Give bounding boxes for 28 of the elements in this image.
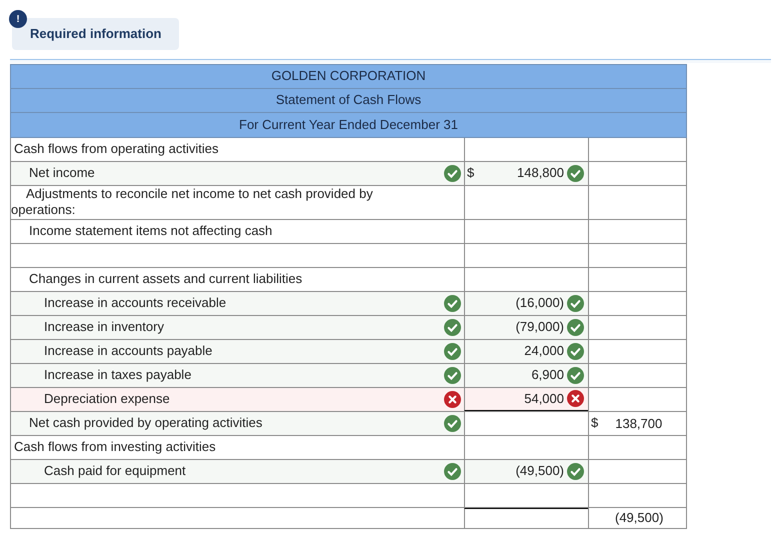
row-label: Increase in taxes payable bbox=[43, 367, 192, 383]
row-label: Net cash provided by operating activities bbox=[28, 415, 264, 431]
amount-value: 148,800 bbox=[517, 164, 564, 182]
row-label: Income statement items not affecting cash bbox=[28, 223, 274, 239]
currency-sign: $ bbox=[591, 414, 598, 432]
row-label: Cash paid for equipment bbox=[43, 463, 187, 479]
row-label: Cash flows from investing activities bbox=[13, 439, 217, 455]
row-label: Net income bbox=[28, 165, 96, 181]
row-label: Increase in accounts payable bbox=[43, 343, 214, 359]
alert-icon: ! bbox=[9, 10, 27, 28]
row-label: Depreciation expense bbox=[43, 391, 171, 407]
row-label: Increase in inventory bbox=[43, 319, 165, 335]
statement-title: GOLDEN CORPORATION bbox=[271, 67, 426, 86]
total-value: (49,500) bbox=[615, 510, 664, 525]
row-label: Changes in current assets and current liabilities bbox=[28, 271, 304, 287]
total-value: 138,700 bbox=[615, 416, 662, 430]
currency-sign: $ bbox=[467, 164, 474, 182]
amount-value: (16,000) bbox=[516, 294, 564, 312]
amount-value: (79,000) bbox=[516, 318, 564, 336]
amount-value: (49,500) bbox=[516, 462, 564, 480]
amount-value: 24,000 bbox=[524, 342, 564, 360]
row-label: Increase in accounts receivable bbox=[43, 295, 228, 311]
row-label: Cash flows from operating activities bbox=[13, 141, 220, 157]
row-label: Adjustments to reconcile net income to net cash provided by operations: bbox=[11, 186, 374, 218]
statement-title: For Current Year Ended December 31 bbox=[239, 116, 458, 134]
amount-value: 54,000 bbox=[524, 390, 564, 408]
amount-value: 6,900 bbox=[531, 366, 564, 384]
statement-title: Statement of Cash Flows bbox=[276, 91, 422, 110]
